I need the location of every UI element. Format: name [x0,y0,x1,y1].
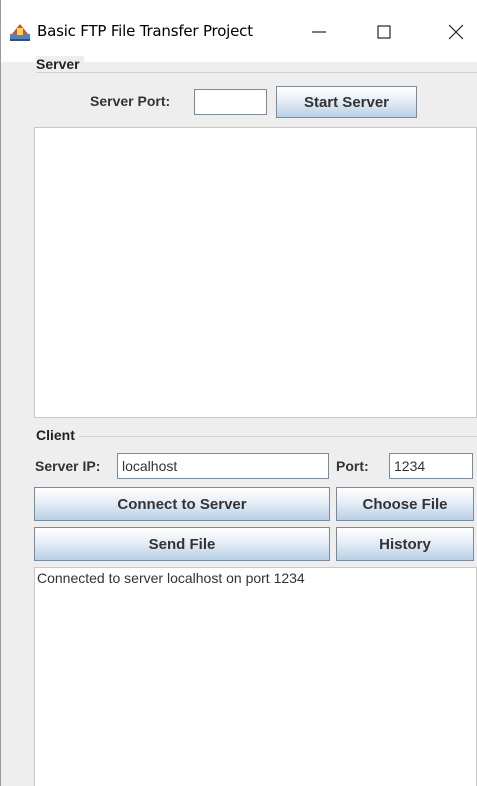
window-title: Basic FTP File Transfer Project [37,22,253,40]
client-log-area[interactable]: Connected to server localhost on port 12… [34,567,477,786]
server-ip-input[interactable] [117,453,329,479]
server-panel-border [36,72,477,73]
client-port-label: Port: [336,458,369,474]
title-bar[interactable]: Basic FTP File Transfer Project [1,0,477,62]
server-port-input[interactable] [194,89,267,115]
window-border [0,0,1,786]
server-panel-title: Server [36,56,84,72]
connect-to-server-button[interactable]: Connect to Server [34,487,330,521]
java-app-icon [9,22,31,42]
start-server-button[interactable]: Start Server [276,86,417,118]
close-icon[interactable] [436,18,476,46]
client-panel-title: Client [36,427,79,443]
minimize-icon[interactable] [299,18,339,46]
client-port-input[interactable] [389,453,473,479]
choose-file-button[interactable]: Choose File [336,487,474,521]
send-file-button[interactable]: Send File [34,527,330,561]
app-window: Basic FTP File Transfer Project Server S… [0,0,477,786]
history-button[interactable]: History [336,527,474,561]
client-panel-border [36,436,477,437]
maximize-icon[interactable] [364,18,404,46]
server-log-area[interactable] [34,127,477,418]
server-ip-label: Server IP: [35,458,101,474]
server-port-label: Server Port: [90,93,171,109]
